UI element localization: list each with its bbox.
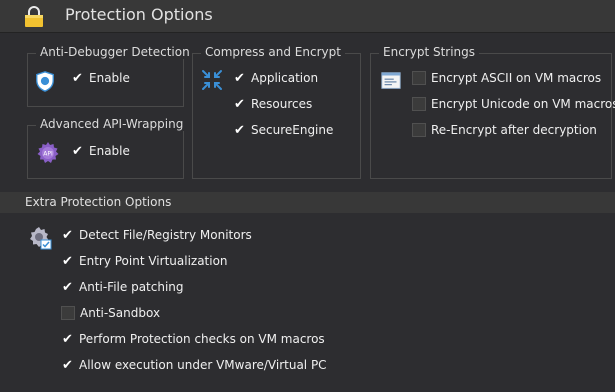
compress-application-label: Application <box>251 71 319 85</box>
api-wrapping-enable-label: Enable <box>89 144 130 158</box>
detect-monitors-checkbox[interactable]: ✔ Detect File/Registry Monitors <box>61 228 252 242</box>
encrypt-unicode-checkbox[interactable]: Encrypt Unicode on VM macros <box>412 97 615 111</box>
compress-encrypt-title: Compress and Encrypt <box>201 45 345 59</box>
encrypt-unicode-label: Encrypt Unicode on VM macros <box>431 97 615 111</box>
encrypt-ascii-checkbox[interactable]: Encrypt ASCII on VM macros <box>412 71 601 85</box>
check-icon: ✔ <box>62 253 73 269</box>
shield-icon <box>36 71 54 92</box>
check-icon: ✔ <box>72 143 83 159</box>
encrypt-strings-title: Encrypt Strings <box>379 45 480 59</box>
entry-point-virtualization-label: Entry Point Virtualization <box>79 254 228 268</box>
extra-options-header: Extra Protection Options <box>0 192 615 213</box>
check-icon: ✔ <box>234 122 245 138</box>
encrypt-ascii-label: Encrypt ASCII on VM macros <box>431 71 602 85</box>
detect-monitors-label: Detect File/Registry Monitors <box>79 228 252 242</box>
check-icon: ✔ <box>234 70 245 86</box>
page-title: Protection Options <box>65 5 213 24</box>
check-icon: ✔ <box>72 70 83 86</box>
check-icon: ✔ <box>62 331 73 347</box>
api-gear-icon: API <box>37 142 59 163</box>
api-icon-text: API <box>43 151 53 158</box>
reencrypt-label: Re-Encrypt after decryption <box>431 123 597 137</box>
api-wrapping-title: Advanced API-Wrapping <box>36 117 188 131</box>
compress-secureengine-label: SecureEngine <box>251 123 334 137</box>
compress-resources-label: Resources <box>251 97 313 111</box>
compress-arrows-icon <box>202 70 222 90</box>
anti-debugger-enable-checkbox[interactable]: ✔ Enable <box>71 71 130 85</box>
protection-checks-vm-label: Perform Protection checks on VM macros <box>79 332 325 346</box>
check-icon: ✔ <box>62 357 73 373</box>
unchecked-box-icon <box>61 306 75 320</box>
check-icon: ✔ <box>234 96 245 112</box>
allow-vmware-checkbox[interactable]: ✔ Allow execution under VMware/Virtual P… <box>61 358 327 372</box>
compress-application-checkbox[interactable]: ✔ Application <box>233 71 318 85</box>
check-icon: ✔ <box>62 279 73 295</box>
anti-sandbox-checkbox[interactable]: Anti-Sandbox <box>61 306 160 320</box>
protection-checks-vm-checkbox[interactable]: ✔ Perform Protection checks on VM macros <box>61 332 325 346</box>
anti-file-patching-checkbox[interactable]: ✔ Anti-File patching <box>61 279 184 295</box>
reencrypt-checkbox[interactable]: Re-Encrypt after decryption <box>412 123 597 137</box>
anti-file-patching-label: Anti-File patching <box>79 280 184 294</box>
anti-debugger-enable-label: Enable <box>89 71 130 85</box>
lock-icon <box>25 6 43 27</box>
compress-resources-checkbox[interactable]: ✔ Resources <box>233 97 312 111</box>
strings-window-icon <box>381 72 401 89</box>
unchecked-box-icon <box>412 123 426 137</box>
allow-vmware-label: Allow execution under VMware/Virtual PC <box>79 358 327 372</box>
unchecked-box-icon <box>412 97 426 111</box>
header-bar: Protection Options <box>0 0 615 33</box>
compress-secureengine-checkbox[interactable]: ✔ SecureEngine <box>233 123 333 137</box>
anti-sandbox-label: Anti-Sandbox <box>80 306 161 320</box>
check-icon: ✔ <box>62 227 73 243</box>
settings-gear-icon <box>30 227 52 250</box>
api-wrapping-enable-checkbox[interactable]: ✔ Enable <box>71 144 130 158</box>
extra-options-title: Extra Protection Options <box>25 195 172 209</box>
entry-point-virtualization-checkbox[interactable]: ✔ Entry Point Virtualization <box>61 254 228 268</box>
unchecked-box-icon <box>412 71 426 85</box>
anti-debugger-title: Anti-Debugger Detection <box>36 45 194 59</box>
